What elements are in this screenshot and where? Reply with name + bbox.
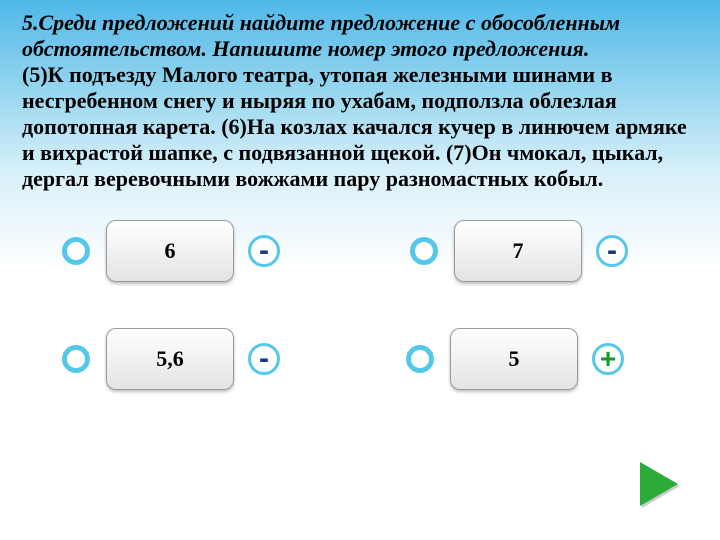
option-d-box[interactable]: 5 [450,328,578,390]
option-b-box[interactable]: 7 [454,220,582,282]
option-c-box[interactable]: 5,6 [106,328,234,390]
mark-b: - [596,235,628,267]
next-button[interactable] [640,462,678,506]
question-number: 5. [22,10,39,35]
question-prompt: Среди предложений найдите предложение с … [22,10,620,61]
radio-icon[interactable] [406,345,434,373]
radio-icon[interactable] [410,237,438,265]
option-d[interactable]: 5 + [406,328,624,390]
mark-c: - [248,343,280,375]
question-body: (5)К подъезду Малого театра, утопая желе… [22,62,687,191]
question-block: 5.Среди предложений найдите предложение … [22,10,698,192]
option-a-label: 6 [165,238,176,264]
option-d-label: 5 [509,346,520,372]
option-a-box[interactable]: 6 [106,220,234,282]
answers-area: 6 - 7 - 5,6 - 5 + [22,220,698,460]
mark-d: + [592,343,624,375]
radio-icon[interactable] [62,345,90,373]
option-c[interactable]: 5,6 - [62,328,280,390]
option-c-label: 5,6 [156,346,184,372]
option-b[interactable]: 7 - [410,220,628,282]
mark-a: - [248,235,280,267]
option-a[interactable]: 6 - [62,220,280,282]
option-b-label: 7 [513,238,524,264]
radio-icon[interactable] [62,237,90,265]
